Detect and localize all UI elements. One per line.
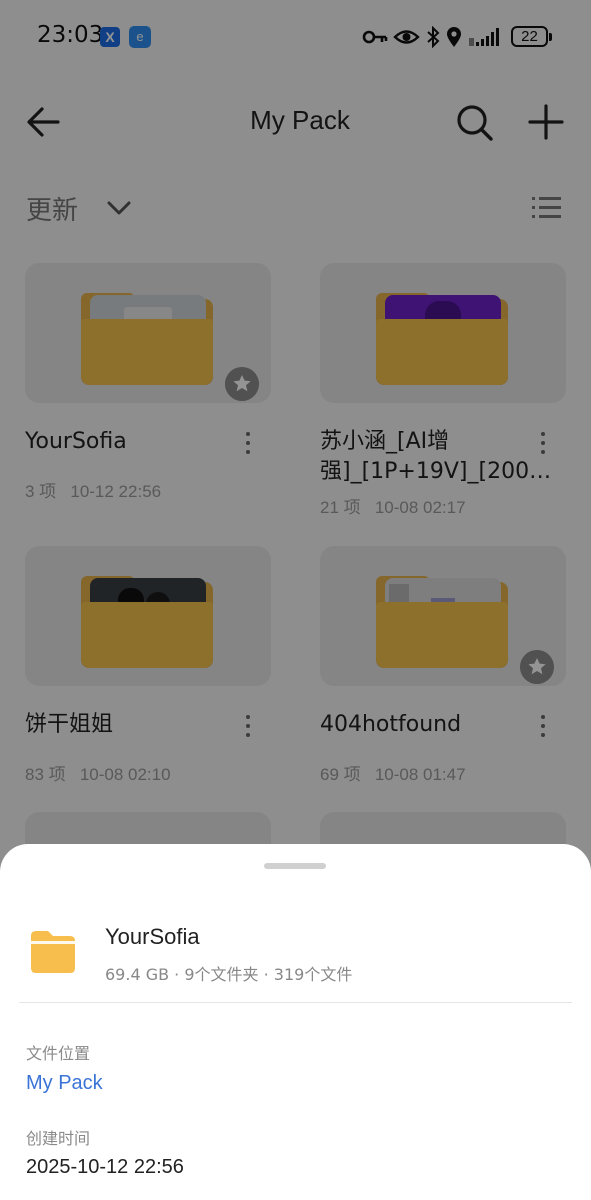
location-link[interactable]: My Pack <box>26 1072 103 1095</box>
divider <box>19 1002 572 1003</box>
folder-details-sheet: YourSofia 69.4 GB · 9个文件夹 · 319个文件 文件位置 … <box>0 844 591 1200</box>
created-time-value: 2025-10-12 22:56 <box>26 1156 184 1178</box>
folder-icon <box>31 931 75 973</box>
details-folder-name: YourSofia <box>105 924 200 949</box>
details-folder-meta: 69.4 GB · 9个文件夹 · 319个文件 <box>105 965 353 984</box>
file-manager-screen: 23:03 X e 22 My Pack 更新 YourSofia 3 项 10… <box>0 0 591 1200</box>
sheet-drag-handle[interactable] <box>264 863 326 869</box>
created-time-label: 创建时间 <box>26 1129 91 1148</box>
location-label: 文件位置 <box>26 1044 91 1063</box>
